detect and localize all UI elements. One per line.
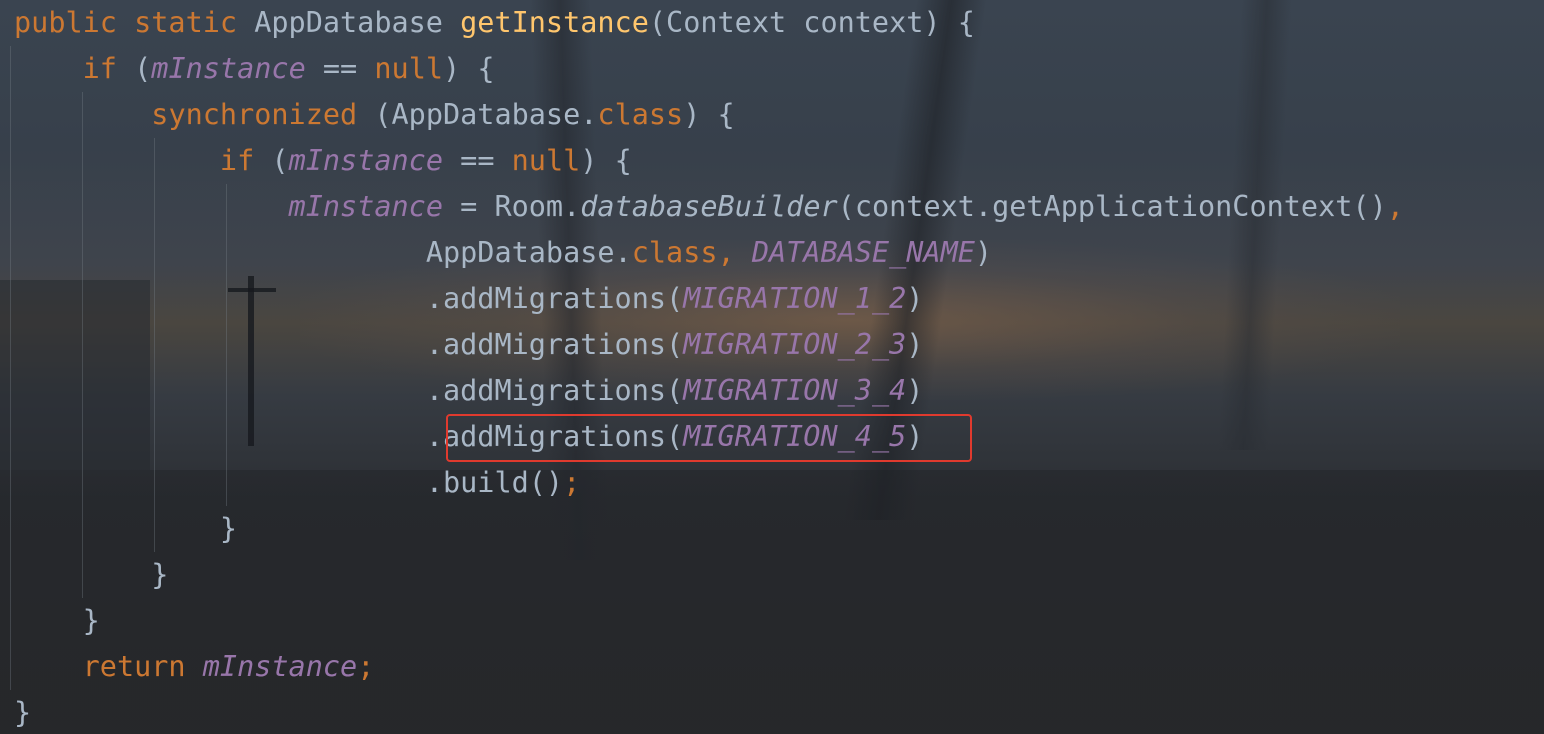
code-line[interactable]: } xyxy=(14,506,237,552)
code-token-plain: .addMigrations( xyxy=(425,328,684,361)
code-line[interactable]: .addMigrations(MIGRATION_2_3) xyxy=(14,322,924,368)
code-line[interactable]: return mInstance; xyxy=(14,644,375,690)
code-token-keyword: return xyxy=(82,650,203,683)
code-token-field: mInstance xyxy=(288,144,443,177)
code-token-plain: ) xyxy=(974,236,993,269)
code-token-plain: } xyxy=(14,558,169,591)
code-token-keyword: class, xyxy=(631,236,752,269)
code-line[interactable]: .addMigrations(MIGRATION_1_2) xyxy=(14,276,924,322)
code-token-plain: ) xyxy=(906,328,924,361)
code-token-plain: ) xyxy=(906,374,924,407)
code-token-plain: == xyxy=(443,144,512,177)
code-token-method-decl: getInstance xyxy=(460,6,649,39)
code-token-keyword: null xyxy=(511,144,581,177)
highlight-box xyxy=(446,414,972,462)
code-token-plain: (context.getApplicationContext() xyxy=(837,190,1387,223)
code-token-keyword: public static xyxy=(14,6,255,39)
code-token-field: mInstance xyxy=(151,52,306,85)
code-line[interactable]: if (mInstance == null) { xyxy=(14,46,495,92)
code-token-plain: = Room. xyxy=(442,190,581,223)
code-token-plain: AppDatabase xyxy=(254,6,461,39)
code-token-static-field: MIGRATION_2_3 xyxy=(683,328,907,361)
code-token-keyword: ; xyxy=(357,650,375,683)
code-line[interactable]: } xyxy=(14,690,31,734)
code-token-keyword: synchronized xyxy=(151,98,375,131)
code-token-plain: .build() xyxy=(425,466,564,499)
code-line[interactable]: } xyxy=(14,552,168,598)
code-token-field: mInstance xyxy=(202,650,358,683)
code-token-plain: ) { xyxy=(683,98,735,131)
indent-guide-level-1 xyxy=(10,46,11,690)
code-token-plain: (Context context) { xyxy=(648,6,975,39)
code-token-plain: (AppDatabase. xyxy=(374,98,598,131)
code-token-plain: ) xyxy=(906,282,924,315)
code-token-plain: .addMigrations( xyxy=(425,374,684,407)
code-token-plain: ( xyxy=(134,52,152,85)
code-token-keyword: , xyxy=(1386,190,1404,223)
code-token-static-field: DATABASE_NAME xyxy=(751,236,975,269)
code-line[interactable]: .addMigrations(MIGRATION_3_4) xyxy=(14,368,924,414)
code-token-keyword: if xyxy=(219,144,272,177)
code-line[interactable]: .build(); xyxy=(14,460,580,506)
code-editor[interactable]: public static AppDatabase getInstance(Co… xyxy=(0,0,1544,734)
code-line[interactable]: } xyxy=(14,598,100,644)
code-token-static-method: databaseBuilder xyxy=(580,190,838,223)
code-token-keyword: null xyxy=(374,52,444,85)
code-token-plain: AppDatabase. xyxy=(425,236,632,269)
code-token-keyword: if xyxy=(82,52,135,85)
code-line[interactable]: mInstance = Room.databaseBuilder(context… xyxy=(14,184,1404,230)
code-token-plain: ( xyxy=(271,144,289,177)
code-token-plain: ) { xyxy=(443,52,495,85)
code-token-plain: ) { xyxy=(580,144,632,177)
code-line[interactable]: if (mInstance == null) { xyxy=(14,138,632,184)
code-token-static-field: MIGRATION_3_4 xyxy=(683,374,907,407)
code-token-plain: } xyxy=(14,604,100,637)
code-token-plain: .addMigrations( xyxy=(425,282,684,315)
code-token-plain: == xyxy=(305,52,375,85)
code-token-static-field: MIGRATION_1_2 xyxy=(683,282,907,315)
code-token-field: mInstance xyxy=(288,190,443,223)
code-line[interactable]: synchronized (AppDatabase.class) { xyxy=(14,92,735,138)
code-token-plain: } xyxy=(14,512,238,545)
code-token-keyword: class xyxy=(597,98,684,131)
code-token-plain: } xyxy=(14,696,32,729)
code-line[interactable]: public static AppDatabase getInstance(Co… xyxy=(14,0,975,46)
code-line[interactable]: AppDatabase.class, DATABASE_NAME) xyxy=(14,230,992,276)
code-token-keyword: ; xyxy=(563,466,581,499)
